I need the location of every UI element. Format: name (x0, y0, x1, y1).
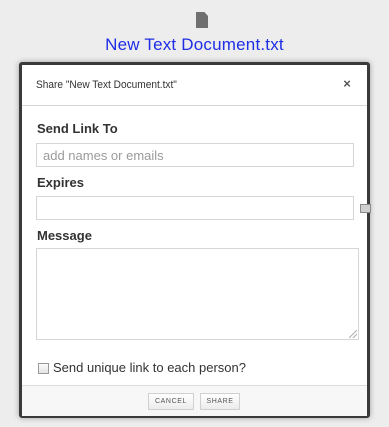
expires-date-input[interactable] (36, 196, 354, 220)
share-dialog: Share "New Text Document.txt" × Send Lin… (19, 62, 371, 418)
file-name-link[interactable]: New Text Document.txt (0, 35, 389, 55)
dialog-footer: CANCEL SHARE (22, 385, 367, 416)
dialog-title: Share "New Text Document.txt" (36, 79, 177, 91)
unique-link-label[interactable]: Send unique link to each person? (53, 360, 246, 375)
share-button[interactable]: SHARE (200, 393, 240, 410)
close-icon[interactable]: × (339, 75, 355, 93)
send-link-label: Send Link To (37, 121, 118, 136)
cancel-button[interactable]: CANCEL (148, 393, 194, 410)
resize-grip-icon[interactable] (349, 330, 357, 338)
message-label: Message (37, 228, 92, 243)
message-textarea[interactable] (36, 248, 359, 340)
unique-link-checkbox[interactable] (38, 363, 49, 374)
calendar-icon[interactable] (360, 204, 371, 213)
recipients-input[interactable] (36, 143, 354, 167)
document-icon[interactable] (196, 12, 208, 28)
expires-label: Expires (37, 175, 84, 190)
dialog-header: Share "New Text Document.txt" × (22, 65, 367, 106)
